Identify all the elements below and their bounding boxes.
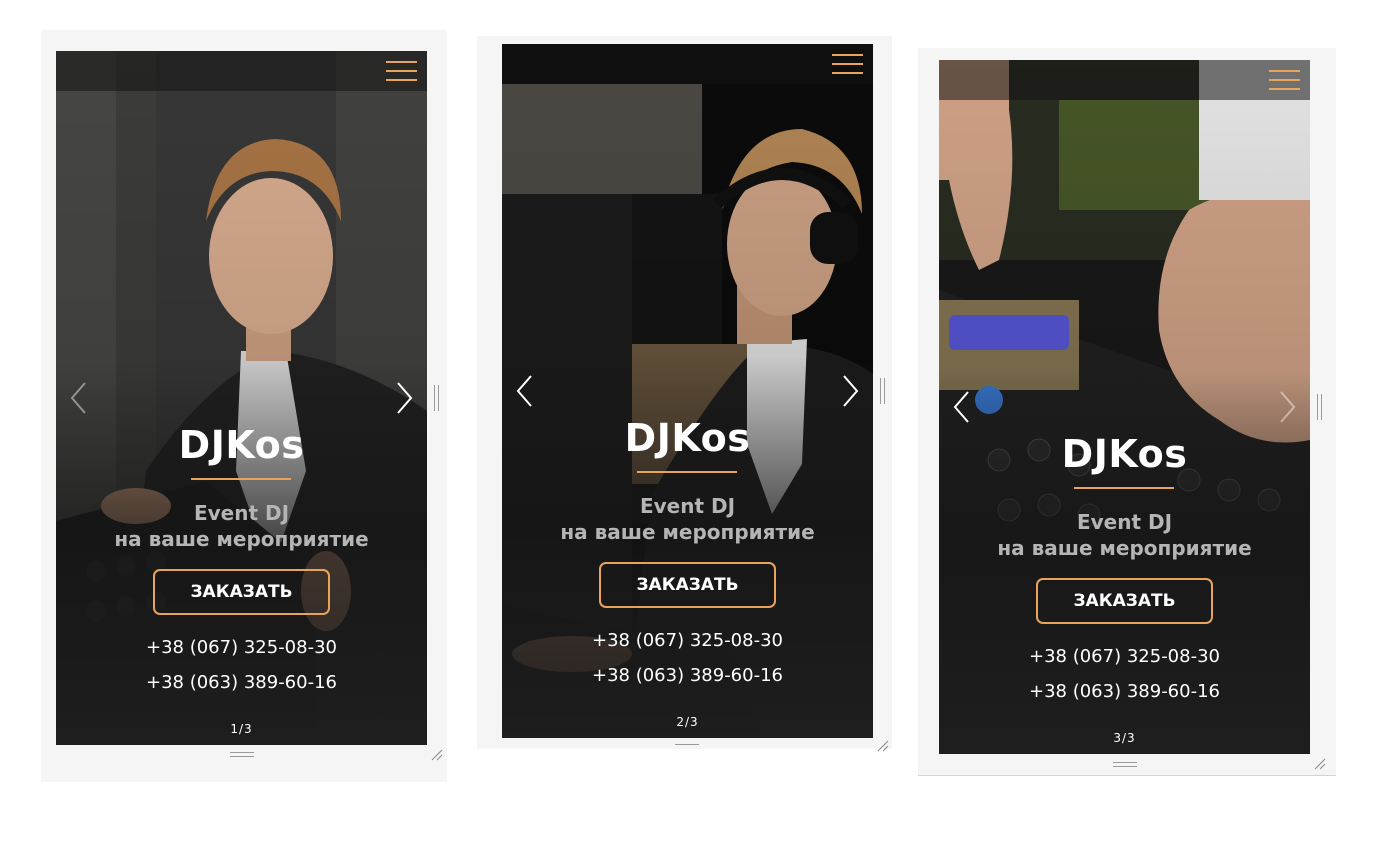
subtitle-line-2: на ваше мероприятие: [997, 536, 1252, 560]
hamburger-menu-icon[interactable]: [386, 59, 417, 83]
resize-corner-icon[interactable]: [431, 749, 443, 761]
resize-handle-right[interactable]: [880, 378, 886, 404]
mobile-screen-2: DJKos Event DJ на ваше мероприятие ЗАКАЗ…: [502, 44, 873, 738]
hamburger-menu-icon[interactable]: [1269, 68, 1300, 92]
chevron-right-icon[interactable]: [834, 371, 864, 411]
chevron-right-icon[interactable]: [388, 378, 418, 418]
title-underline: [1074, 487, 1174, 489]
resize-handle-bottom[interactable]: [675, 744, 699, 750]
chevron-left-icon[interactable]: [948, 387, 978, 427]
subtitle-line-1: Event DJ: [1076, 510, 1173, 534]
phone-link-1[interactable]: +38 (067) 325-08-30: [502, 630, 873, 651]
brand-title: DJKos: [624, 416, 751, 460]
subtitle-line-2: на ваше мероприятие: [114, 527, 369, 551]
subtitle-line-1: Event DJ: [639, 494, 736, 518]
order-button[interactable]: ЗАКАЗАТЬ: [153, 569, 330, 615]
resize-handle-bottom[interactable]: [230, 752, 254, 758]
title-underline: [637, 471, 737, 473]
slide-counter: 1/3: [230, 722, 253, 736]
phone-link-2[interactable]: +38 (063) 389-60-16: [56, 672, 427, 693]
subtitle-line-2: на ваше мероприятие: [560, 520, 815, 544]
header-bar: [502, 44, 873, 84]
chevron-left-icon[interactable]: [65, 378, 95, 418]
header-bar: [939, 60, 1310, 100]
phone-link-1[interactable]: +38 (067) 325-08-30: [56, 637, 427, 658]
chevron-left-icon[interactable]: [511, 371, 541, 411]
phone-link-2[interactable]: +38 (063) 389-60-16: [939, 681, 1310, 702]
slide-counter: 2/3: [676, 715, 699, 729]
phone-link-2[interactable]: +38 (063) 389-60-16: [502, 665, 873, 686]
resize-handle-right[interactable]: [434, 385, 440, 411]
hamburger-menu-icon[interactable]: [832, 52, 863, 76]
mobile-screen-3: DJKos Event DJ на ваше мероприятие ЗАКАЗ…: [939, 60, 1310, 754]
header-bar: [56, 51, 427, 91]
phone-link-1[interactable]: +38 (067) 325-08-30: [939, 646, 1310, 667]
chevron-right-icon[interactable]: [1271, 387, 1301, 427]
brand-title: DJKos: [1061, 432, 1188, 476]
brand-title: DJKos: [178, 423, 305, 467]
slide-counter: 3/3: [1113, 731, 1136, 745]
resize-corner-icon[interactable]: [877, 740, 889, 752]
order-button[interactable]: ЗАКАЗАТЬ: [1036, 578, 1213, 624]
subtitle-line-1: Event DJ: [193, 501, 290, 525]
order-button[interactable]: ЗАКАЗАТЬ: [599, 562, 776, 608]
resize-handle-bottom[interactable]: [1113, 762, 1137, 768]
resize-handle-right[interactable]: [1317, 394, 1323, 420]
title-underline: [191, 478, 291, 480]
mobile-screen-1: DJKos Event DJ на ваше мероприятие ЗАКАЗ…: [56, 51, 427, 745]
resize-corner-icon[interactable]: [1314, 758, 1326, 770]
frame-bottom-border: [918, 775, 1336, 776]
